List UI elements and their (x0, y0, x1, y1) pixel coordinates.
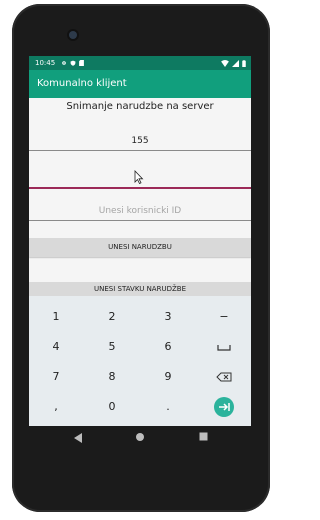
numeric-keyboard: 1 2 3 − 4 5 6 7 8 9 , 0 . (29, 296, 251, 426)
key-1[interactable]: 1 (29, 302, 83, 332)
key-2[interactable]: 2 (85, 302, 139, 332)
home-icon[interactable] (135, 432, 145, 442)
key-8[interactable]: 8 (85, 362, 139, 392)
backspace-key[interactable] (197, 362, 251, 392)
system-nav-bar (29, 426, 251, 452)
status-bar: 10:45 (29, 56, 251, 70)
key-period[interactable]: . (141, 392, 195, 422)
back-icon[interactable] (73, 432, 83, 444)
app-screen: 10:45 Komunalno klijent Snimanje narudzb… (29, 56, 251, 426)
user-id-field[interactable]: Unesi korisnicki ID (29, 204, 251, 224)
key-6[interactable]: 6 (141, 332, 195, 362)
enter-arrow-icon (214, 397, 234, 417)
enter-order-button[interactable]: UNESI NARUDZBU (29, 238, 251, 257)
key-7[interactable]: 7 (29, 362, 83, 392)
key-4[interactable]: 4 (29, 332, 83, 362)
enter-order-item-button[interactable]: UNESI STAVKU NARUDŽBE (29, 282, 251, 297)
key-9[interactable]: 9 (141, 362, 195, 392)
page-heading: Snimanje narudzbe na server (66, 101, 214, 112)
settings-icon (62, 61, 66, 65)
app-bar: Komunalno klijent (29, 70, 251, 98)
front-camera (69, 31, 77, 39)
app-title: Komunalno klijent (37, 78, 127, 89)
order-number-value: 155 (131, 136, 149, 146)
focused-input-field[interactable] (29, 170, 251, 190)
key-5[interactable]: 5 (85, 332, 139, 362)
key-0[interactable]: 0 (85, 392, 139, 422)
status-time: 10:45 (35, 59, 56, 67)
signal-icon (232, 59, 239, 67)
key-comma[interactable]: , (29, 392, 83, 422)
sd-card-icon (79, 60, 84, 66)
backspace-icon (216, 372, 232, 382)
recents-icon[interactable] (199, 432, 208, 441)
key-minus[interactable]: − (197, 302, 251, 332)
space-icon (217, 344, 231, 351)
order-number-field[interactable]: 155 (29, 134, 251, 154)
text-cursor-icon (134, 170, 144, 184)
key-3[interactable]: 3 (141, 302, 195, 332)
wifi-icon (221, 59, 229, 67)
shield-icon (70, 60, 76, 66)
user-id-placeholder: Unesi korisnicki ID (98, 206, 182, 216)
battery-icon (242, 59, 246, 67)
space-key[interactable] (197, 332, 251, 362)
enter-key[interactable] (197, 392, 251, 422)
